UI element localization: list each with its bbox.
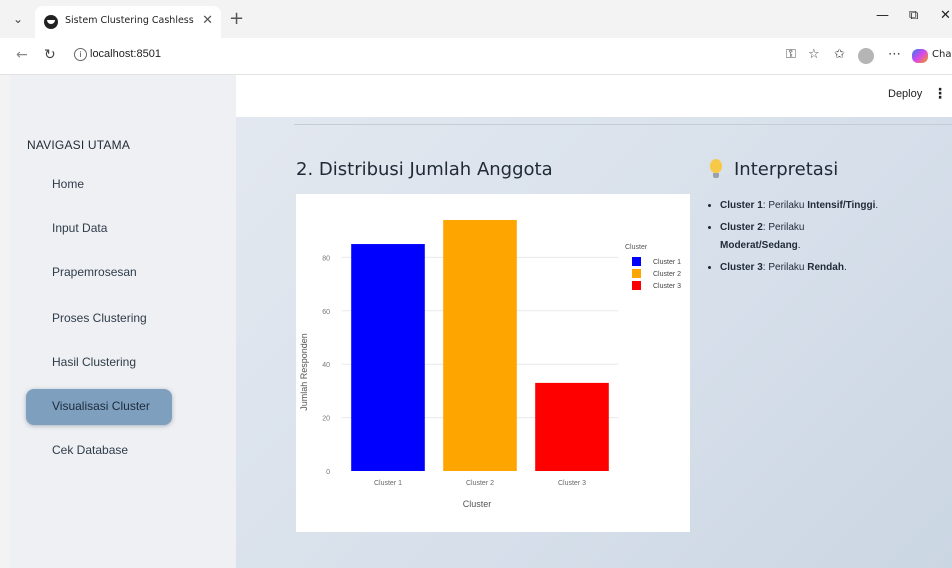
bar-chart: 0 20 40 60 80 Cluster 1 Cluster 2 Cluster 3 Cl… (299, 220, 681, 509)
y-tick-label: 60 (322, 309, 330, 316)
minimize-icon[interactable]: — (876, 8, 889, 23)
section-title: 2. Distribusi Jumlah Anggota (296, 159, 553, 180)
y-tick-label: 20 (322, 416, 330, 423)
nav-item-prapemrosesan[interactable]: Prapemrosesan (26, 255, 172, 291)
nav-item-label: Prapemrosesan (52, 265, 137, 279)
nav-item-label: Proses Clustering (52, 311, 147, 325)
copilot-icon[interactable] (912, 49, 928, 63)
legend-swatch[interactable] (632, 269, 641, 278)
x-tick-label: Cluster 2 (466, 480, 494, 487)
favorite-star-icon[interactable]: ☆ (808, 47, 820, 62)
interpretation-item: Cluster 2: Perilaku Moderat/Sedang. (720, 219, 850, 255)
streamlit-favicon-icon (44, 15, 58, 29)
copilot-label[interactable]: Cha (932, 49, 951, 60)
browser-tab[interactable]: Sistem Clustering Cashless ✕ (35, 6, 221, 38)
legend-title: Cluster (625, 244, 648, 251)
main-menu-icon[interactable]: ⋮ (933, 86, 947, 102)
nav-heading: NAVIGASI UTAMA (27, 138, 131, 152)
nav-item-proses-clustering[interactable]: Proses Clustering (26, 301, 172, 337)
address-bar: ← ↻ i localhost:8501 ⚿ ☆ ✩ ⋯ Cha (0, 38, 952, 75)
y-tick-label: 80 (322, 255, 330, 262)
chart-card: 0 20 40 60 80 Cluster 1 Cluster 2 Cluster 3 Cl… (296, 194, 690, 532)
y-axis-label: Jumlah Responden (299, 333, 309, 411)
restore-icon[interactable]: ⧉ (909, 8, 918, 23)
bar-cluster-3[interactable] (535, 382, 609, 471)
bar-cluster-2[interactable] (443, 220, 517, 471)
nav-item-input-data[interactable]: Input Data (26, 211, 172, 247)
legend-label[interactable]: Cluster 3 (653, 283, 681, 290)
profile-avatar[interactable] (858, 48, 874, 64)
nav-item-label: Home (52, 177, 85, 191)
key-icon[interactable]: ⚿ (786, 47, 796, 62)
interpretation-title: Interpretasi (734, 159, 839, 180)
nav-item-hasil-clustering[interactable]: Hasil Clustering (26, 345, 172, 381)
y-tick-label: 0 (326, 469, 330, 476)
tab-list-chevron-icon[interactable]: ⌄ (10, 11, 26, 27)
deploy-button[interactable]: Deploy (888, 88, 922, 100)
lightbulb-icon (710, 159, 722, 178)
close-tab-icon[interactable]: ✕ (202, 13, 213, 28)
nav-item-home[interactable]: Home (26, 167, 172, 203)
url-text[interactable]: localhost:8501 (90, 48, 161, 60)
nav-item-label: Input Data (52, 221, 108, 235)
more-options-icon[interactable]: ⋯ (888, 47, 901, 62)
site-info-icon[interactable]: i (74, 48, 87, 61)
nav-item-cek-database[interactable]: Cek Database (26, 433, 172, 469)
legend-label[interactable]: Cluster 2 (653, 271, 681, 278)
legend-label[interactable]: Cluster 1 (653, 259, 681, 266)
interpretation-item: Cluster 3: Perilaku Rendah. (720, 259, 920, 277)
y-tick-label: 40 (322, 362, 330, 369)
nav-item-label: Visualisasi Cluster (52, 399, 150, 413)
tab-title: Sistem Clustering Cashless (65, 15, 194, 26)
x-axis-label: Cluster (463, 499, 492, 509)
bar-cluster-1[interactable] (351, 244, 425, 471)
divider (294, 124, 952, 125)
nav-item-visualisasi-cluster[interactable]: Visualisasi Cluster (26, 389, 172, 425)
x-tick-label: Cluster 3 (558, 480, 586, 487)
app-header: Deploy ⋮ (236, 75, 952, 117)
nav-item-label: Hasil Clustering (52, 355, 137, 369)
back-icon[interactable]: ← (16, 47, 28, 63)
favorites-list-icon[interactable]: ✩ (834, 47, 845, 62)
browser-tab-bar: ⌄ Sistem Clustering Cashless ✕ + — ⧉ ✕ (0, 0, 952, 38)
main-content: Deploy ⋮ 2. Distribusi Jumlah Anggota 0 2… (236, 75, 952, 568)
reload-icon[interactable]: ↻ (44, 47, 56, 63)
legend-swatch[interactable] (632, 281, 641, 290)
new-tab-icon[interactable]: + (229, 8, 244, 29)
close-window-icon[interactable]: ✕ (940, 8, 951, 23)
nav-item-label: Cek Database (52, 443, 129, 457)
interpretation-item: Cluster 1: Perilaku Intensif/Tinggi. (720, 197, 920, 215)
interpretation-list: Cluster 1: Perilaku Intensif/Tinggi. Clu… (706, 197, 920, 281)
legend-swatch[interactable] (632, 257, 641, 266)
url-field[interactable]: i localhost:8501 (68, 44, 748, 68)
sidebar: NAVIGASI UTAMA Home Input Data Prapemros… (10, 75, 236, 568)
x-tick-label: Cluster 1 (374, 480, 402, 487)
